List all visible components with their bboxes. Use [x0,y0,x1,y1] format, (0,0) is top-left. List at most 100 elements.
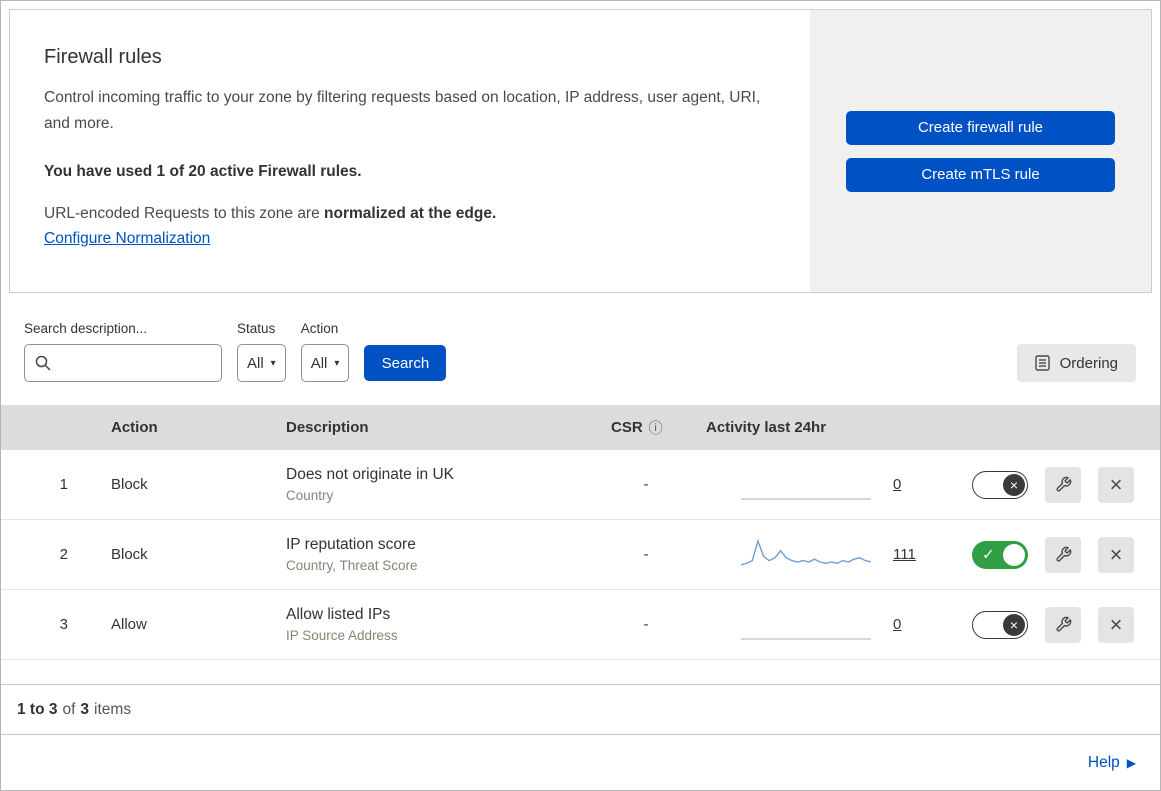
toggle-knob: × [1003,473,1025,496]
action-label: Action [300,321,339,336]
rule-description-cell: Does not originate in UK Country [271,466,581,503]
rule-controls: ✓ × × [946,536,1160,573]
column-header-activity: Activity last 24hr [706,419,827,436]
column-header-action: Action [111,419,158,436]
action-dropdown[interactable]: All ▾ [300,344,350,382]
rule-priority: 2 [59,546,68,563]
rule-csr: - [643,546,649,563]
rule-enabled-toggle[interactable]: ✓ × [972,610,1028,639]
delete-rule-button[interactable]: × [1098,606,1134,643]
x-icon: × [1109,541,1123,567]
filter-bar: Search description... Status All ▾ Actio… [1,293,1160,405]
rule-criteria: IP Source Address [286,628,398,643]
x-icon: × [1009,476,1019,493]
edit-rule-button[interactable] [1045,536,1081,573]
table-row: 3 Allow Allow listed IPs IP Source Addre… [1,590,1160,660]
create-actions-panel: Create firewall rule Create mTLS rule [810,10,1151,292]
rule-controls: ✓ × × [946,606,1160,643]
rule-controls: ✓ × × [946,466,1160,503]
normalization-note: URL-encoded Requests to this zone are no… [44,205,770,223]
page-title: Firewall rules [44,46,162,68]
normalization-bold: normalized at the edge. [324,205,497,222]
rule-activity-cell: 111 [681,537,946,573]
rule-description: Allow listed IPs [286,606,391,623]
activity-count-link[interactable]: 0 [893,476,907,493]
chevron-down-icon: ▾ [334,357,340,369]
firewall-overview-card: Firewall rules Control incoming traffic … [9,9,1152,293]
help-bar: Help ▶ [1,735,1160,790]
ordering-button-label: Ordering [1059,354,1118,372]
x-icon: × [1109,611,1123,637]
pagination-range: 1 to 3 [17,700,58,718]
toggle-knob: × [1003,613,1025,636]
page-description: Control incoming traffic to your zone by… [44,89,761,132]
rule-action: Block [111,546,148,563]
wrench-icon [1055,476,1071,492]
search-label: Search description... [24,321,148,336]
rule-action: Allow [111,616,147,633]
rule-description: IP reputation score [286,536,416,553]
rule-csr: - [643,616,649,633]
rule-activity-cell: 0 [681,467,946,503]
csr-header-label: CSR [611,419,643,436]
create-mtls-rule-button[interactable]: Create mTLS rule [846,157,1115,192]
configure-normalization-link[interactable]: Configure Normalization [44,230,210,248]
list-icon [1034,355,1050,371]
wrench-icon [1055,546,1071,562]
search-icon [35,355,51,371]
check-icon: ✓ [982,546,995,563]
activity-sparkline [741,497,871,500]
delete-rule-button[interactable]: × [1098,466,1134,503]
x-icon: × [1109,471,1123,497]
rule-description-cell: Allow listed IPs IP Source Address [271,606,581,643]
firewall-overview-text: Firewall rules Control incoming traffic … [10,10,810,292]
help-link[interactable]: Help ▶ [1088,754,1136,772]
delete-rule-button[interactable]: × [1098,536,1134,573]
rule-criteria: Country, Threat Score [286,558,418,573]
search-input[interactable] [59,354,211,372]
edit-rule-button[interactable] [1045,466,1081,503]
info-icon[interactable]: ⓘ [649,418,663,438]
search-filter-group: Search description... [24,321,222,382]
activity-sparkline [741,637,871,640]
search-button[interactable]: Search [364,345,447,381]
wrench-icon [1055,616,1071,632]
normalization-prefix: URL-encoded Requests to this zone are [44,205,325,222]
status-filter-group: Status All ▾ [237,321,286,382]
status-label: Status [237,321,276,336]
create-firewall-rule-button[interactable]: Create firewall rule [846,110,1115,145]
status-dropdown-value: All [247,354,264,372]
rule-description-cell: IP reputation score Country, Threat Scor… [271,536,581,573]
activity-count-link[interactable]: 111 [893,546,916,563]
rule-activity-cell: 0 [681,607,946,643]
pagination-of: of [62,700,76,718]
status-dropdown[interactable]: All ▾ [237,344,286,382]
pagination-items: items [94,700,132,718]
usage-summary: You have used 1 of 20 active Firewall ru… [44,163,362,180]
table-row: 1 Block Does not originate in UK Country… [1,450,1160,520]
search-input-wrapper [24,344,222,382]
activity-count-link[interactable]: 0 [893,616,907,633]
toggle-knob: × [1003,543,1025,566]
help-link-label: Help [1087,753,1120,771]
firewall-rules-page: Firewall rules Control incoming traffic … [0,0,1161,791]
rule-enabled-toggle[interactable]: ✓ × [972,540,1028,569]
table-bottom-spacer [1,660,1160,685]
pagination-total: 3 [80,700,90,718]
chevron-down-icon: ▾ [270,357,276,369]
pagination-summary: 1 to 3 of 3 items [1,685,1160,735]
rule-criteria: Country [286,488,334,503]
rule-description: Does not originate in UK [286,466,455,483]
ordering-button[interactable]: Ordering [1016,344,1136,382]
rule-enabled-toggle[interactable]: ✓ × [972,470,1028,499]
rule-action: Block [111,476,148,493]
x-icon: × [1009,616,1019,633]
column-header-csr: CSR ⓘ [581,418,681,438]
edit-rule-button[interactable] [1045,606,1081,643]
action-filter-group: Action All ▾ [300,321,350,382]
action-dropdown-value: All [310,354,328,372]
rule-priority: 3 [59,616,68,633]
rule-priority: 1 [59,476,68,493]
activity-sparkline [741,538,871,565]
chevron-right-icon: ▶ [1126,755,1136,770]
